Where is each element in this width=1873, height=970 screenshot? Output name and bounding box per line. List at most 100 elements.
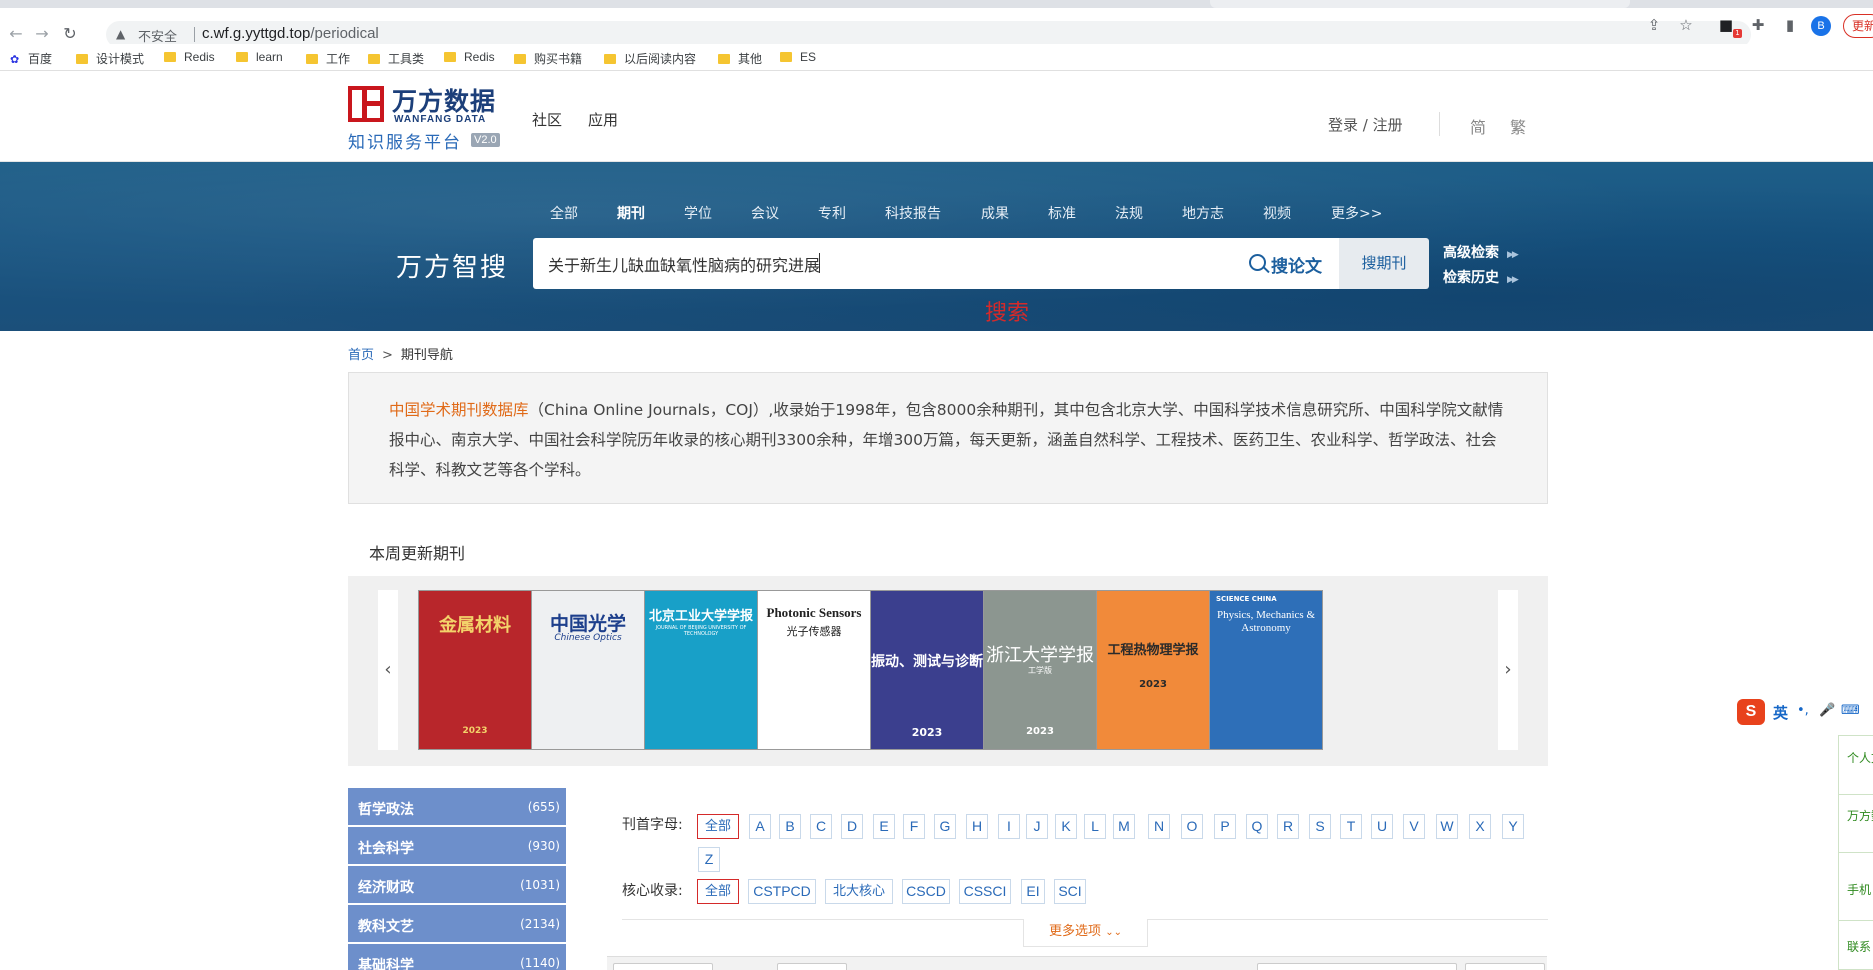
view-select[interactable] [777, 963, 847, 970]
carousel-next-icon[interactable]: › [1498, 590, 1518, 750]
initial-filter-letter[interactable]: K [1055, 814, 1077, 839]
puzzle-icon[interactable]: ✚ [1749, 16, 1767, 34]
initial-filter-letter[interactable]: P [1214, 814, 1236, 839]
search-history-link[interactable]: 检索历史 ▶▶ [1443, 267, 1519, 287]
insecure-label[interactable]: 不安全 [138, 26, 177, 45]
initial-filter-letter[interactable]: A [749, 814, 771, 839]
login-register-link[interactable]: 登录 / 注册 [1328, 114, 1403, 135]
sogou-ime-icon[interactable]: S [1737, 699, 1765, 725]
logo-title[interactable]: 万方数据 [392, 82, 496, 118]
search-type-standard[interactable]: 标准 [1048, 203, 1076, 223]
search-input[interactable]: 关于新生儿缺血缺氧性脑病的研究进展 [548, 252, 1148, 276]
bookmark-folder[interactable]: 工作 [306, 50, 350, 66]
intro-highlight[interactable]: 中国学术期刊数据库 [389, 401, 529, 419]
initial-filter-letter[interactable]: C [810, 814, 832, 839]
initial-filter-letter[interactable]: M [1113, 814, 1135, 839]
initial-filter-letter[interactable]: T [1340, 814, 1362, 839]
initial-filter-letter[interactable]: N [1148, 814, 1170, 839]
search-type-patent[interactable]: 专利 [818, 203, 846, 223]
core-filter-option[interactable]: 北大核心 [825, 879, 893, 904]
bookmark-folder[interactable]: Redis [164, 50, 215, 66]
wanfang-logo-icon[interactable] [348, 86, 384, 122]
search-type-tech-report[interactable]: 科技报告 [885, 203, 941, 223]
core-filter-option[interactable]: EI [1021, 879, 1045, 904]
advanced-search-link[interactable]: 高级检索 ▶▶ [1443, 242, 1519, 262]
initial-filter-letter[interactable]: L [1084, 814, 1106, 839]
punctuation-icon[interactable]: •, [1797, 703, 1809, 718]
initial-filter-letter[interactable]: G [934, 814, 956, 839]
bookmark-folder[interactable]: 其他 [718, 50, 762, 66]
float-item-jd[interactable]: 万方数据京东 [1847, 808, 1873, 824]
category-basic-science[interactable]: 基础科学 (1140) [348, 944, 566, 970]
reload-icon[interactable]: ↻ [60, 24, 80, 44]
float-item-mobile[interactable]: 手机 [1847, 882, 1871, 898]
bookmark-folder[interactable]: 工具类 [368, 50, 424, 66]
core-filter-all[interactable]: 全部 [697, 879, 739, 904]
ime-language-toggle[interactable]: 英 [1773, 702, 1788, 723]
core-filter-option[interactable]: SCI [1054, 879, 1086, 904]
initial-filter-letter[interactable]: D [841, 814, 863, 839]
initial-filter-letter[interactable]: E [873, 814, 895, 839]
initial-filter-letter[interactable]: S [1309, 814, 1331, 839]
update-button[interactable]: 更新 [1843, 14, 1873, 38]
initial-filter-letter[interactable]: J [1026, 814, 1048, 839]
bookmark-folder[interactable]: 购买书籍 [514, 50, 582, 66]
initial-filter-letter[interactable]: Z [698, 847, 720, 872]
breadcrumb-home[interactable]: 首页 [348, 348, 374, 363]
bookmark-folder[interactable]: Redis [444, 50, 495, 66]
search-type-achievement[interactable]: 成果 [981, 203, 1009, 223]
nav-community[interactable]: 社区 [532, 109, 562, 130]
search-icon[interactable] [1249, 254, 1266, 271]
search-red-label[interactable]: 搜索 [985, 295, 1029, 327]
initial-filter-letter[interactable]: X [1469, 814, 1491, 839]
bookmark-folder[interactable]: learn [236, 50, 283, 66]
share-icon[interactable]: ⇪ [1645, 16, 1663, 34]
more-options-button[interactable]: 更多选项 ⌄⌄ [1023, 919, 1148, 947]
core-filter-option[interactable]: CSSCI [959, 879, 1011, 904]
active-tab[interactable] [1210, 0, 1630, 8]
warning-icon[interactable]: ▲ [116, 26, 132, 42]
search-type-video[interactable]: 视频 [1263, 203, 1291, 223]
list-search-input[interactable] [1257, 963, 1457, 970]
journal-cover[interactable]: 浙江大学学报 工学版 2023 [983, 590, 1097, 750]
core-filter-option[interactable]: CSTPCD [748, 879, 816, 904]
list-search-button[interactable] [1465, 963, 1545, 970]
bookmark-folder[interactable]: 以后阅读内容 [604, 50, 696, 66]
journal-cover[interactable]: 振动、测试与诊断 2023 [870, 590, 984, 750]
initial-filter-letter[interactable]: R [1277, 814, 1299, 839]
keyboard-icon[interactable]: ⌨ [1841, 703, 1860, 718]
core-filter-option[interactable]: CSCD [902, 879, 950, 904]
initial-filter-letter[interactable]: H [966, 814, 988, 839]
journal-cover[interactable]: Photonic Sensors 光子传感器 [757, 590, 871, 750]
initial-filter-letter[interactable]: B [779, 814, 801, 839]
bookmark-folder[interactable]: ES [780, 50, 816, 66]
forward-icon[interactable]: → [32, 24, 52, 44]
search-type-more[interactable]: 更多>> [1331, 203, 1382, 223]
initial-filter-all[interactable]: 全部 [697, 814, 739, 839]
search-type-conference[interactable]: 会议 [751, 203, 779, 223]
profile-avatar[interactable]: B [1811, 16, 1831, 36]
sort-select[interactable] [613, 963, 713, 970]
initial-filter-letter[interactable]: V [1403, 814, 1425, 839]
search-journal-button[interactable]: 搜期刊 [1339, 238, 1429, 289]
initial-filter-letter[interactable]: O [1181, 814, 1203, 839]
journal-cover[interactable]: 北京工业大学学报 JOURNAL OF BEIJING UNIVERSITY O… [644, 590, 758, 750]
initial-filter-letter[interactable]: I [998, 814, 1020, 839]
microphone-icon[interactable]: 🎤 [1819, 703, 1835, 718]
journal-cover[interactable]: 金属材料 2023 [418, 590, 532, 750]
journal-cover[interactable]: 中国光学 Chinese Optics [531, 590, 645, 750]
search-type-degree[interactable]: 学位 [684, 203, 712, 223]
initial-filter-letter[interactable]: U [1371, 814, 1393, 839]
search-paper-button[interactable]: 搜论文 [1271, 252, 1322, 277]
category-philosophy-law[interactable]: 哲学政法 (655) [348, 788, 566, 826]
carousel-prev-icon[interactable]: ‹ [378, 590, 398, 750]
float-item-personal-check[interactable]: 个人文献检测 [1847, 750, 1873, 766]
category-economy-finance[interactable]: 经济财政 (1031) [348, 866, 566, 904]
float-item-contact[interactable]: 联系 [1847, 939, 1871, 955]
journal-cover[interactable]: SCIENCE CHINA Physics, Mechanics & Astro… [1209, 590, 1323, 750]
back-icon[interactable]: ← [6, 24, 26, 44]
search-type-all[interactable]: 全部 [550, 203, 578, 223]
journal-cover[interactable]: 工程热物理学报 2023 [1096, 590, 1210, 750]
sidepanel-icon[interactable]: ▮ [1781, 16, 1799, 34]
lang-traditional[interactable]: 繁 [1510, 114, 1526, 138]
